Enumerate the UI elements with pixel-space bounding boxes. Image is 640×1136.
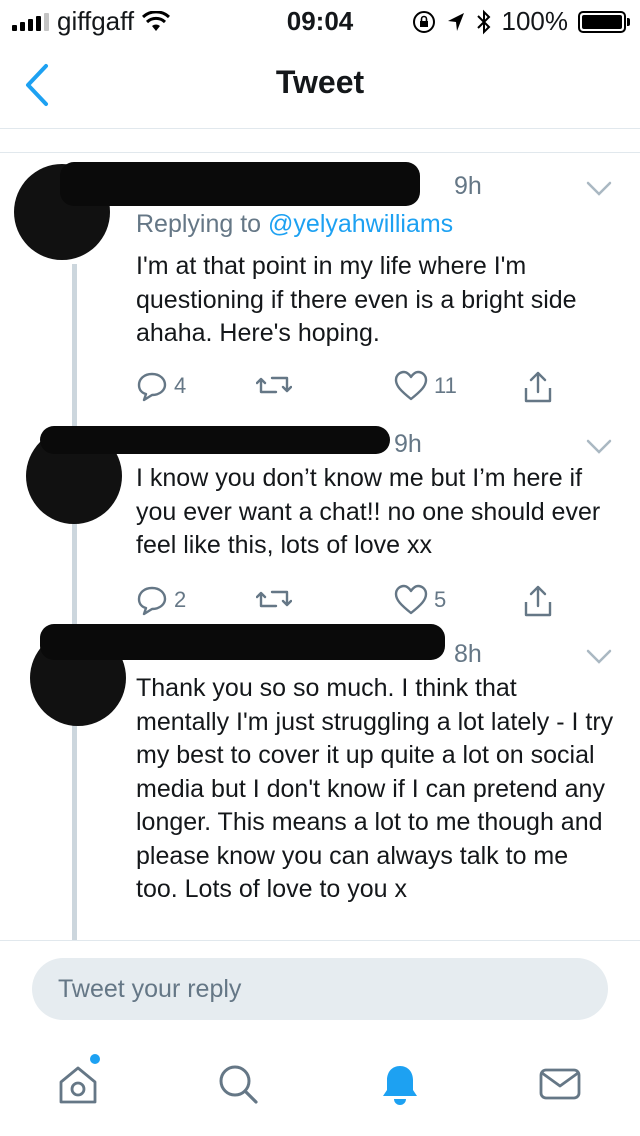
tweet-actions: 4 11 xyxy=(136,370,576,404)
status-right: 100% xyxy=(412,6,630,37)
replying-to: Replying to @yelyahwilliams xyxy=(136,210,453,239)
heart-icon xyxy=(394,584,428,615)
redacted-name xyxy=(40,426,390,454)
search-icon[interactable] xyxy=(216,1062,260,1106)
retweet-button[interactable] xyxy=(256,584,298,614)
share-button[interactable] xyxy=(522,370,554,404)
share-icon xyxy=(524,585,552,617)
messages-icon[interactable] xyxy=(538,1062,582,1106)
replying-handle[interactable]: @yelyahwilliams xyxy=(268,210,453,238)
like-button[interactable]: 5 xyxy=(394,584,446,616)
like-count: 5 xyxy=(434,587,447,612)
retweet-icon xyxy=(256,590,292,608)
new-tweets-dot xyxy=(90,1054,100,1064)
reply-button[interactable]: 4 xyxy=(136,370,186,402)
battery-percent: 100% xyxy=(501,6,569,36)
share-button[interactable] xyxy=(522,584,554,618)
reply-count: 2 xyxy=(174,587,187,612)
status-bar: giffgaff 09:04 100% xyxy=(0,0,640,40)
orientation-lock-icon xyxy=(412,10,435,33)
tweet-text: Thank you so so much. I think that menta… xyxy=(136,674,614,903)
tweet-time: 8h xyxy=(454,640,482,668)
redacted-name xyxy=(40,624,445,660)
chevron-down-icon[interactable] xyxy=(586,438,612,456)
location-icon xyxy=(447,12,464,31)
reply-input[interactable]: Tweet your reply xyxy=(32,958,608,1020)
share-icon xyxy=(524,371,552,403)
reply-button[interactable]: 2 xyxy=(136,584,186,616)
bluetooth-icon xyxy=(476,9,490,34)
tweet-text: I know you don’t know me but I’m here if… xyxy=(136,464,601,559)
reply-icon xyxy=(137,372,167,402)
reply-icon xyxy=(137,586,167,616)
tweet-actions: 2 5 xyxy=(136,584,576,618)
tweet-1[interactable]: 9h Replying to @yelyahwilliams I'm at th… xyxy=(0,150,640,420)
home-icon[interactable] xyxy=(56,1062,100,1106)
notifications-icon[interactable] xyxy=(378,1062,422,1106)
nav-bar: Tweet xyxy=(0,40,640,129)
replying-prefix: Replying to xyxy=(136,210,269,238)
battery-fill xyxy=(582,14,622,29)
tweet-time: 9h xyxy=(454,172,482,200)
tweet-2[interactable]: 9h I know you don’t know me but I’m here… xyxy=(0,420,640,630)
divider xyxy=(0,940,640,941)
battery-icon xyxy=(578,10,630,33)
like-count: 11 xyxy=(434,373,457,398)
chevron-down-icon[interactable] xyxy=(586,648,612,666)
tweet-time: 9h xyxy=(394,430,422,458)
page-title: Tweet xyxy=(275,64,365,100)
like-button[interactable]: 11 xyxy=(394,370,457,402)
chevron-down-icon[interactable] xyxy=(586,180,612,198)
retweet-button[interactable] xyxy=(256,370,298,400)
reply-count: 4 xyxy=(174,373,187,398)
heart-icon xyxy=(394,370,428,401)
tweet-text: I'm at that point in my life where I'm q… xyxy=(136,252,577,347)
retweet-icon xyxy=(256,376,292,394)
tweet-3[interactable]: 8h Thank you so so much. I think that me… xyxy=(0,620,640,940)
redacted-name xyxy=(60,162,420,206)
